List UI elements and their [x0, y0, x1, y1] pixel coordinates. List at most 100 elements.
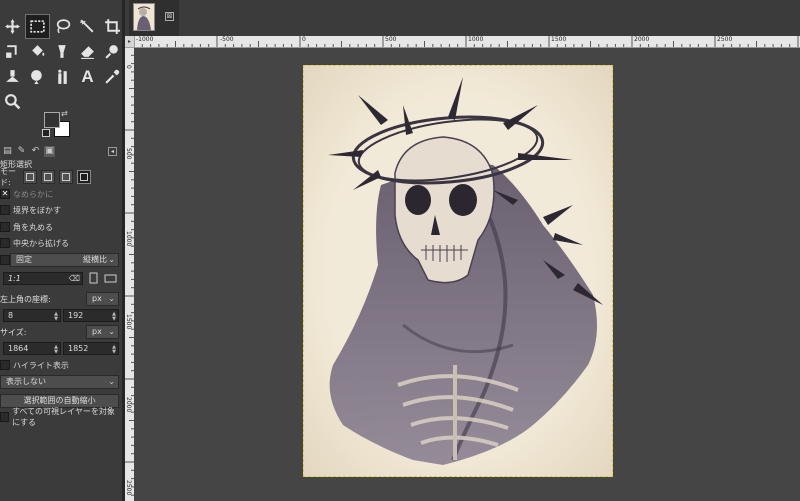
- eraser-tool-button[interactable]: [75, 39, 100, 64]
- bucket-fill-tool-icon: [32, 45, 45, 56]
- device-status-tab-icon[interactable]: ▤: [2, 146, 13, 157]
- spinner-icon[interactable]: ▲ ▼: [110, 344, 118, 355]
- spinner-icon[interactable]: ▲ ▼: [110, 311, 118, 322]
- feather-checkbox[interactable]: [0, 205, 10, 215]
- rounded-checkbox[interactable]: [0, 222, 10, 232]
- ruler-label: -1000: [136, 36, 154, 43]
- bucket-fill-tool-button[interactable]: [25, 39, 50, 64]
- lasso-tool-button[interactable]: [50, 14, 75, 39]
- fixed-type-dropdown[interactable]: 固定 縦横比 ⌄: [10, 253, 119, 267]
- ruler-label: 500: [385, 36, 397, 43]
- fixed-checkbox[interactable]: [0, 255, 10, 265]
- heal-tool-icon: [105, 45, 118, 59]
- sample-merged-option[interactable]: すべての可視レイヤーを対象にする: [0, 407, 122, 427]
- rounded-option[interactable]: 角を丸める: [0, 221, 53, 233]
- image-canvas[interactable]: [134, 48, 800, 501]
- fixed-type-value: 縦横比: [83, 255, 107, 264]
- spinner-icon[interactable]: ▲ ▼: [52, 311, 60, 322]
- tool-grid: A: [0, 14, 122, 114]
- crop-tool-button[interactable]: [100, 14, 122, 39]
- move-tool-icon: [5, 19, 20, 34]
- swap-colors-icon[interactable]: ⇄: [61, 109, 68, 118]
- ruler-label: 500: [125, 148, 132, 160]
- close-tab-icon[interactable]: ⊠: [165, 12, 174, 21]
- paint-tool-button[interactable]: [50, 39, 75, 64]
- position-x-input[interactable]: 8 ▲ ▼: [3, 309, 61, 322]
- undo-history-tab-icon[interactable]: ↶: [30, 146, 41, 157]
- toolbox-panel: A ⇄ ▤ ✎ ↶ ▣ ◂ 矩形選択 モード: ✕ なめらかに 境界をぼかす 角…: [0, 0, 122, 501]
- landscape-icon[interactable]: [104, 273, 117, 284]
- horizontal-ruler[interactable]: -1000 -500 0 500 1000 1500 2000 2500: [134, 36, 800, 48]
- antialias-checkbox-icon[interactable]: ✕: [0, 189, 10, 199]
- quick-mask-corner-icon[interactable]: ▸: [125, 36, 134, 47]
- transform-tool-icon: [6, 45, 17, 58]
- dodge-tool-icon: [58, 69, 67, 84]
- expand-center-option[interactable]: 中央から拡げる: [0, 237, 69, 249]
- images-tab-icon[interactable]: ▣: [44, 145, 55, 157]
- ruler-label: 0: [125, 65, 132, 69]
- size-unit-value: px: [92, 327, 102, 336]
- image-artwork[interactable]: [303, 65, 613, 477]
- fixed-label: 固定: [16, 255, 32, 264]
- expand-center-checkbox[interactable]: [0, 238, 10, 248]
- ruler-label: 1000: [125, 231, 132, 247]
- transform-tool-button[interactable]: [0, 39, 25, 64]
- chevron-down-icon: ⌄: [108, 255, 115, 264]
- antialias-option[interactable]: ✕ なめらかに: [0, 188, 53, 200]
- ruler-label: 2500: [717, 36, 733, 43]
- mode-replace-button[interactable]: [23, 170, 37, 184]
- zoom-tool-icon: [5, 94, 21, 110]
- dock-menu-icon[interactable]: ◂: [108, 146, 117, 156]
- image-tab-strip: ⊠: [125, 0, 800, 36]
- size-width-input[interactable]: 1864 ▲ ▼: [3, 342, 61, 355]
- ruler-label: 0: [302, 36, 306, 43]
- fuzzy-select-tool-icon: [80, 19, 94, 33]
- heal-tool-button[interactable]: [100, 39, 122, 64]
- move-tool-button[interactable]: [0, 14, 25, 39]
- feather-option[interactable]: 境界をぼかす: [0, 204, 61, 216]
- clear-field-icon[interactable]: ⌫: [69, 273, 80, 284]
- mode-subtract-button[interactable]: [59, 170, 73, 184]
- color-picker-tool-button[interactable]: [100, 64, 122, 89]
- text-tool-button[interactable]: A: [75, 64, 100, 89]
- selection-marching-ants: [303, 65, 613, 477]
- expand-center-label: 中央から拡げる: [13, 238, 69, 248]
- ratio-input[interactable]: 1:1 ⌫: [3, 272, 83, 285]
- smudge-tool-button[interactable]: [25, 64, 50, 89]
- guides-dropdown[interactable]: 表示しない ⌄: [0, 375, 119, 389]
- rounded-label: 角を丸める: [13, 222, 53, 232]
- position-y-input[interactable]: 192 ▲ ▼: [63, 309, 119, 322]
- eraser-tool-icon: [81, 46, 94, 59]
- default-colors-icon[interactable]: [42, 129, 50, 137]
- dodge-tool-button[interactable]: [50, 64, 75, 89]
- size-label: サイズ:: [0, 328, 27, 337]
- ratio-value: 1:1: [8, 274, 21, 283]
- size-height-input[interactable]: 1852 ▲ ▼: [63, 342, 119, 355]
- fg-bg-color-widget[interactable]: ⇄: [42, 109, 74, 139]
- brush-tab-icon[interactable]: ✎: [16, 146, 27, 157]
- highlight-checkbox[interactable]: [0, 360, 10, 370]
- image-thumbnail[interactable]: [133, 3, 155, 31]
- sample-merged-label: すべての可視レイヤーを対象にする: [11, 407, 115, 427]
- foreground-color-swatch[interactable]: [44, 112, 60, 128]
- rect-select-tool-icon: [30, 20, 45, 33]
- fuzzy-select-tool-button[interactable]: [75, 14, 100, 39]
- gimp-window: A ⇄ ▤ ✎ ↶ ▣ ◂ 矩形選択 モード: ✕ なめらかに 境界をぼかす 角…: [0, 0, 800, 501]
- zoom-tool-button[interactable]: [0, 89, 25, 114]
- size-unit-dropdown[interactable]: px ⌄: [86, 325, 119, 339]
- portrait-icon[interactable]: [88, 272, 99, 285]
- mode-add-button[interactable]: [41, 170, 55, 184]
- spinner-icon[interactable]: ▲ ▼: [52, 344, 60, 355]
- rect-select-tool-button[interactable]: [25, 14, 50, 39]
- guides-value: 表示しない: [6, 377, 46, 386]
- sample-merged-checkbox[interactable]: [0, 412, 9, 422]
- color-picker-tool-icon: [105, 69, 120, 84]
- highlight-label: ハイライト表示: [13, 360, 69, 370]
- position-unit-dropdown[interactable]: px ⌄: [86, 292, 119, 306]
- fixed-option[interactable]: [0, 254, 10, 266]
- image-tab[interactable]: ⊠: [129, 0, 179, 36]
- position-y-value: 192: [68, 311, 84, 320]
- mode-intersect-button[interactable]: [77, 170, 91, 184]
- highlight-option[interactable]: ハイライト表示: [0, 359, 69, 371]
- clone-tool-button[interactable]: [0, 64, 25, 89]
